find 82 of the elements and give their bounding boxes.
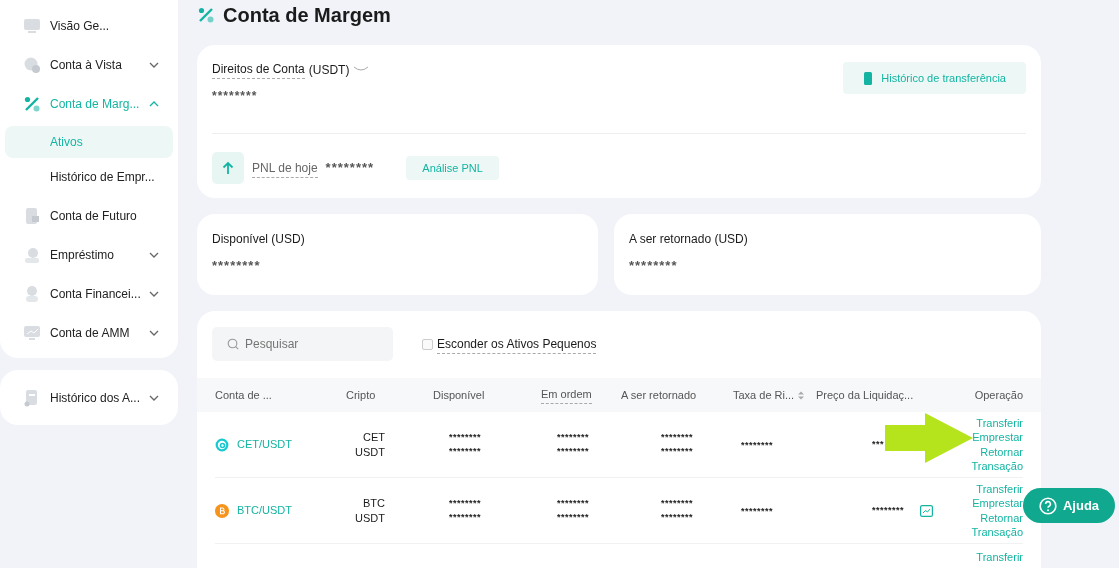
- balance-value: ********: [212, 257, 262, 275]
- column-header: Operação: [974, 387, 1023, 403]
- column-header: Preço da Liquidaç...: [816, 387, 914, 403]
- sidebar-item[interactable]: Empréstimo: [5, 235, 173, 274]
- column-header: Disponível: [433, 387, 485, 403]
- search-icon: [227, 338, 239, 350]
- percent-icon: [197, 6, 215, 24]
- hidden-value: ********: [557, 431, 591, 444]
- operation-link[interactable]: Retornar: [980, 444, 1023, 459]
- operation-link[interactable]: Transferir: [976, 481, 1023, 496]
- operation-link[interactable]: Retornar: [980, 510, 1023, 525]
- sidebar-subitem[interactable]: Histórico de Empr...: [5, 161, 173, 193]
- crypto-label: USDT: [354, 510, 385, 526]
- transfer-history-button[interactable]: Histórico de transferência: [843, 62, 1026, 94]
- page-title: Conta de Margem: [223, 3, 391, 28]
- hidden-value: ********: [741, 440, 774, 451]
- column-header: A ser retornado: [621, 387, 697, 403]
- crypto-label: CET: [362, 429, 385, 445]
- pnl-label: PNL de hoje: [252, 158, 318, 178]
- hidden-value: ********: [557, 497, 591, 510]
- document-icon: [23, 206, 41, 225]
- document-icon: [863, 71, 874, 85]
- operation-link[interactable]: Emprestar: [972, 496, 1023, 511]
- checkbox[interactable]: [422, 338, 433, 350]
- hidden-value: ********: [449, 431, 483, 444]
- coin-icon: [215, 503, 229, 518]
- column-header: Cripto: [346, 387, 376, 403]
- column-header: Em ordem: [541, 386, 592, 404]
- sidebar-item[interactable]: Conta de Marg...: [5, 84, 173, 123]
- person-coin-icon: [23, 245, 41, 264]
- market-link[interactable]: CET/USDT: [237, 436, 292, 453]
- up-arrow-icon: [222, 161, 234, 175]
- monitor-icon: [23, 323, 41, 342]
- pnl-analysis-button[interactable]: Análise PNL: [406, 156, 500, 180]
- sidebar-item[interactable]: Conta de Futuro: [5, 196, 173, 235]
- hide-small-assets-label: Esconder os Ativos Pequenos: [437, 334, 597, 354]
- sidebar-subitem[interactable]: Ativos: [5, 126, 173, 158]
- hidden-value: ********: [661, 510, 695, 524]
- eye-closed-icon: [353, 65, 370, 74]
- column-header: Conta de ...: [215, 387, 272, 403]
- hidden-value: ********: [661, 497, 695, 510]
- unit-label: (USDT): [308, 61, 350, 79]
- hidden-value: ********: [661, 431, 695, 444]
- operation-link[interactable]: Transação: [971, 525, 1023, 540]
- operation-link[interactable]: Transação: [971, 459, 1023, 474]
- hidden-value: ********: [557, 510, 591, 524]
- hidden-value: ********: [449, 510, 483, 524]
- hidden-value: ********: [741, 506, 774, 517]
- hidden-value: ********: [661, 444, 695, 458]
- crypto-label: BTC: [362, 495, 385, 511]
- equity-value: ********: [212, 88, 259, 105]
- sidebar-item[interactable]: Conta à Vista: [5, 45, 173, 84]
- chart-icon[interactable]: [920, 504, 934, 517]
- balance-value: ********: [629, 257, 679, 275]
- question-icon: [1038, 496, 1057, 515]
- person-icon: [23, 284, 41, 303]
- sidebar-item[interactable]: Conta de AMM: [5, 313, 173, 352]
- sidebar-item[interactable]: Histórico dos A...: [5, 378, 173, 417]
- hidden-value: ********: [557, 444, 591, 458]
- help-button[interactable]: Ajuda: [1023, 488, 1115, 523]
- chart-board-icon: [23, 16, 41, 35]
- hidden-value: ***: [872, 437, 884, 451]
- market-link[interactable]: BTC/USDT: [237, 502, 292, 519]
- sidebar-item[interactable]: Visão Ge...: [5, 6, 173, 45]
- operation-link[interactable]: Transferir: [976, 550, 1023, 565]
- coin-icon: [215, 437, 229, 452]
- sidebar-item[interactable]: Conta Financei...: [5, 274, 173, 313]
- hidden-value: ********: [449, 444, 483, 458]
- percent-icon: [23, 94, 41, 113]
- search-field[interactable]: Pesquisar: [212, 327, 393, 361]
- balance-label: A ser retornado (USD): [629, 231, 749, 248]
- crypto-label: USDT: [354, 444, 385, 460]
- equity-label: Direitos de Conta: [212, 60, 305, 79]
- operation-link[interactable]: Emprestar: [972, 430, 1023, 445]
- sort-icon: [798, 390, 805, 400]
- operation-link[interactable]: Transferir: [976, 415, 1023, 430]
- balance-label: Disponível (USD): [212, 231, 306, 248]
- pnl-value: ********: [325, 159, 375, 178]
- column-header[interactable]: Taxa de Ri...: [733, 386, 795, 404]
- hidden-value: ********: [449, 497, 483, 510]
- coin-icon: [23, 55, 41, 74]
- hidden-value: ********: [872, 503, 905, 517]
